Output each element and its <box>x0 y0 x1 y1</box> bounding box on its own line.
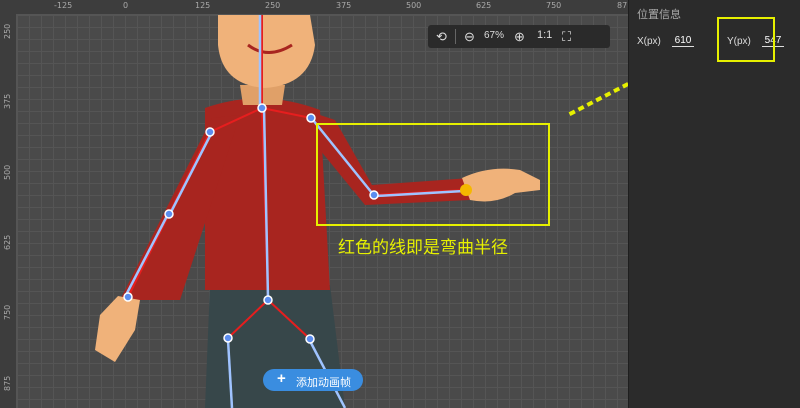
ruler-tick: 750 <box>546 1 562 10</box>
fullscreen-icon[interactable]: ⛶ <box>562 28 571 45</box>
ruler-tick: 250 <box>265 1 281 10</box>
ruler-tick: 500 <box>406 1 422 10</box>
ruler-tick: 500 <box>3 164 12 180</box>
undo-icon[interactable]: ⟲ <box>436 28 447 45</box>
plus-icon: + <box>277 370 286 387</box>
x-coordinate-input[interactable]: 610 <box>672 35 694 47</box>
annotation-text: 红色的线即是弯曲半径 <box>338 238 508 257</box>
panel-title: 位置信息 <box>637 9 681 21</box>
editor-canvas[interactable]: ⟲ ⊖ 67% ⊕ 1:1 ⛶ <box>17 15 628 408</box>
ruler-tick: 87 <box>617 1 628 10</box>
ruler-tick: 375 <box>3 93 12 109</box>
vertical-ruler: 250 375 500 625 750 875 <box>0 14 17 408</box>
add-animation-frame-button[interactable]: + 添加动画帧 <box>263 369 363 391</box>
zoom-out-icon[interactable]: ⊖ <box>464 28 475 45</box>
ruler-tick: 625 <box>3 234 12 250</box>
actual-size-button[interactable]: 1:1 <box>537 29 552 41</box>
ruler-tick: 375 <box>336 1 352 10</box>
ruler-tick: 750 <box>3 304 12 320</box>
add-animation-frame-label: 添加动画帧 <box>296 377 351 389</box>
zoom-level: 67% <box>484 30 505 41</box>
ruler-tick: 250 <box>3 23 12 39</box>
selected-joint-handle[interactable] <box>460 184 472 196</box>
y-coordinate-highlight <box>717 17 775 62</box>
ruler-tick: 625 <box>476 1 492 10</box>
horizontal-ruler: -125 0 125 250 375 500 625 750 87 <box>0 0 628 15</box>
left-hand <box>95 296 140 362</box>
toolbar-divider <box>455 29 456 44</box>
ruler-tick: 125 <box>195 1 211 10</box>
character-artboard <box>95 15 628 408</box>
ruler-tick: 875 <box>3 375 12 391</box>
annotation-arrow <box>567 81 628 117</box>
zoom-in-icon[interactable]: ⊕ <box>514 28 525 45</box>
x-coordinate-label: X(px) <box>637 36 661 47</box>
ruler-tick: 0 <box>123 1 129 10</box>
right-hand <box>462 168 540 202</box>
canvas-toolbar: ⟲ ⊖ 67% ⊕ 1:1 ⛶ <box>428 25 610 48</box>
ruler-tick: -125 <box>54 1 73 10</box>
properties-panel: 位置信息 X(px) 610 Y(px) 547 <box>628 0 800 408</box>
